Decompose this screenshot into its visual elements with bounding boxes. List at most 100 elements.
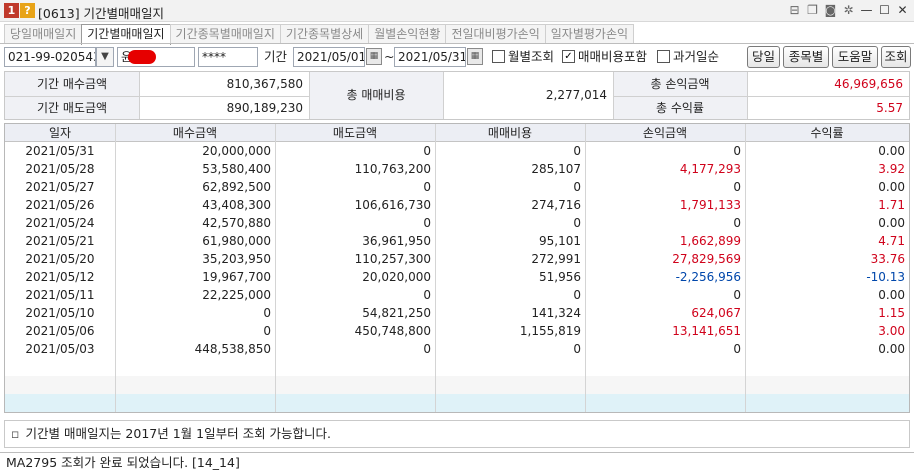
- total-fee-label: 총 매매비용: [309, 72, 443, 119]
- settings-icon[interactable]: ✲: [841, 3, 856, 18]
- table-row[interactable]: 2021/05/31 20,000,000 0 0 0 0.00: [5, 142, 909, 160]
- pin-icon[interactable]: ⊟: [787, 3, 802, 18]
- account-input[interactable]: 021-99-020543: [4, 47, 96, 67]
- account-name-field: 윤: [117, 47, 195, 67]
- cell-date: 2021/05/12: [25, 270, 95, 284]
- buy-amount-label: 기간 매수금액: [5, 72, 139, 96]
- table-row[interactable]: 2021/05/03 448,538,850 0 0 0 0.00: [5, 340, 909, 358]
- table-row[interactable]: 2021/05/26 43,408,300 106,616,730 274,716 1,…: [5, 196, 909, 214]
- notice-bullet-icon: ▫: [11, 426, 20, 441]
- cell-date: 2021/05/28: [25, 162, 95, 176]
- cell-pl: 13,141,651: [672, 324, 741, 338]
- status-bar: MA2795 조회가 완료 되었습니다. [14_14]: [0, 452, 914, 474]
- total-fee-value: 2,277,014: [443, 72, 613, 119]
- monthly-checkbox[interactable]: [492, 50, 505, 63]
- tab-prev-day-eval[interactable]: 전일대비평가손익: [445, 24, 546, 43]
- cell-buy: 62,892,500: [202, 180, 271, 194]
- cell-buy: 448,538,850: [194, 342, 271, 356]
- period-label: 기간: [264, 49, 288, 64]
- end-calendar-icon[interactable]: ▦: [467, 48, 483, 65]
- cell-sell: 0: [423, 144, 431, 158]
- cell-sell: 0: [423, 180, 431, 194]
- tab-monthly-pl[interactable]: 월별손익현황: [368, 24, 447, 43]
- tab-daily-journal[interactable]: 당일매매일지: [4, 24, 83, 43]
- table-row[interactable]: 2021/05/10 0 54,821,250 141,324 624,067 1.15: [5, 304, 909, 322]
- cell-fee: 1,155,819: [519, 324, 581, 338]
- cell-sell: 36,961,950: [362, 234, 431, 248]
- reverse-order-checkbox[interactable]: [657, 50, 670, 63]
- date-range-tilde: ~: [384, 49, 395, 64]
- close-icon[interactable]: ✕: [895, 3, 910, 18]
- maximize-icon[interactable]: ☐: [877, 3, 892, 18]
- cell-date: 2021/05/20: [25, 252, 95, 266]
- table-row[interactable]: 2021/05/06 0 450,748,800 1,155,819 13,141,65…: [5, 322, 909, 340]
- table-row[interactable]: 2021/05/27 62,892,500 0 0 0 0.00: [5, 178, 909, 196]
- tab-period-stock-journal[interactable]: 기간종목별매매일지: [169, 24, 281, 43]
- monthly-label[interactable]: 월별조회: [508, 47, 554, 67]
- cell-rate: 4.71: [878, 234, 905, 248]
- cell-pl: 0: [733, 180, 741, 194]
- cell-fee: 0: [573, 342, 581, 356]
- cell-date: 2021/05/31: [25, 144, 95, 158]
- table-row[interactable]: 2021/05/12 19,967,700 20,020,000 51,956 -2,2…: [5, 268, 909, 286]
- cell-fee: 274,716: [531, 198, 581, 212]
- selected-empty-row: [5, 394, 909, 412]
- cell-buy: 53,580,400: [202, 162, 271, 176]
- cell-pl: 0: [733, 342, 741, 356]
- tab-period-stock-detail[interactable]: 기간종목별상세: [279, 24, 370, 43]
- table-row[interactable]: 2021/05/24 42,570,880 0 0 0 0.00: [5, 214, 909, 232]
- total-pl-value: 46,969,656: [747, 72, 909, 96]
- tab-bar: 당일매매일지 기간별매매일지 기간종목별매매일지 기간종목별상세 월별손익현황 …: [4, 24, 635, 45]
- cell-rate: 0.00: [878, 180, 905, 194]
- journal-table: 일자 매수금액 매도금액 매매비용 손익금액 수익률 2021/05/31 20,…: [4, 123, 910, 413]
- col-header-buy[interactable]: 매수금액: [115, 124, 275, 142]
- table-row[interactable]: 2021/05/11 22,225,000 0 0 0 0.00: [5, 286, 909, 304]
- end-date-input[interactable]: 2021/05/31: [394, 47, 466, 67]
- cell-date: 2021/05/03: [25, 342, 95, 356]
- reverse-order-label[interactable]: 과거일순: [673, 47, 719, 67]
- include-fee-label[interactable]: 매매비용포함: [578, 47, 647, 67]
- summary-panel: 기간 매수금액 810,367,580 기간 매도금액 890,189,230 …: [4, 71, 910, 120]
- camera-icon[interactable]: ◙: [823, 3, 838, 18]
- col-header-date[interactable]: 일자: [5, 124, 115, 142]
- tab-daily-eval[interactable]: 일자별평가손익: [544, 24, 635, 43]
- copy-icon[interactable]: ❐: [805, 3, 820, 18]
- cell-fee: 51,956: [539, 270, 581, 284]
- by-stock-button[interactable]: 종목별: [783, 46, 829, 68]
- include-fee-checkbox[interactable]: ✓: [562, 50, 575, 63]
- cell-sell: 110,257,300: [354, 252, 431, 266]
- cell-sell: 20,020,000: [362, 270, 431, 284]
- status-text: MA2795 조회가 완료 되었습니다. [14_14]: [6, 455, 240, 470]
- cell-fee: 0: [573, 216, 581, 230]
- password-input[interactable]: ****: [198, 47, 258, 67]
- sell-amount-value: 890,189,230: [139, 96, 309, 119]
- col-header-fee[interactable]: 매매비용: [435, 124, 585, 142]
- cell-buy: 42,570,880: [202, 216, 271, 230]
- table-row[interactable]: 2021/05/28 53,580,400 110,763,200 285,107 4,…: [5, 160, 909, 178]
- col-header-sell[interactable]: 매도금액: [275, 124, 435, 142]
- cell-pl: 27,829,569: [672, 252, 741, 266]
- col-header-rate[interactable]: 수익률: [745, 124, 909, 142]
- cell-pl: 624,067: [691, 306, 741, 320]
- cell-buy: 0: [263, 306, 271, 320]
- minimize-icon[interactable]: —: [859, 3, 874, 18]
- help-badge-icon[interactable]: ?: [20, 3, 35, 18]
- cell-fee: 0: [573, 180, 581, 194]
- table-row[interactable]: 2021/05/21 61,980,000 36,961,950 95,101 1,66…: [5, 232, 909, 250]
- cell-sell: 106,616,730: [354, 198, 431, 212]
- cell-fee: 95,101: [539, 234, 581, 248]
- table-row[interactable]: 2021/05/20 35,203,950 110,257,300 272,991 27…: [5, 250, 909, 268]
- query-button[interactable]: 조회: [881, 46, 911, 68]
- col-header-pl[interactable]: 손익금액: [585, 124, 745, 142]
- cell-buy: 35,203,950: [202, 252, 271, 266]
- total-pl-label: 총 손익금액: [613, 72, 747, 96]
- notice-box: ▫ 기간별 매매일지는 2017년 1월 1일부터 조회 가능합니다.: [4, 420, 910, 448]
- account-dropdown-icon[interactable]: ▼: [96, 47, 114, 67]
- cell-fee: 141,324: [531, 306, 581, 320]
- cell-sell: 0: [423, 342, 431, 356]
- today-button[interactable]: 당일: [747, 46, 780, 68]
- tab-period-journal[interactable]: 기간별매매일지: [81, 24, 171, 45]
- help-button[interactable]: 도움말: [832, 46, 878, 68]
- start-calendar-icon[interactable]: ▦: [366, 48, 382, 65]
- start-date-input[interactable]: 2021/05/01: [293, 47, 365, 67]
